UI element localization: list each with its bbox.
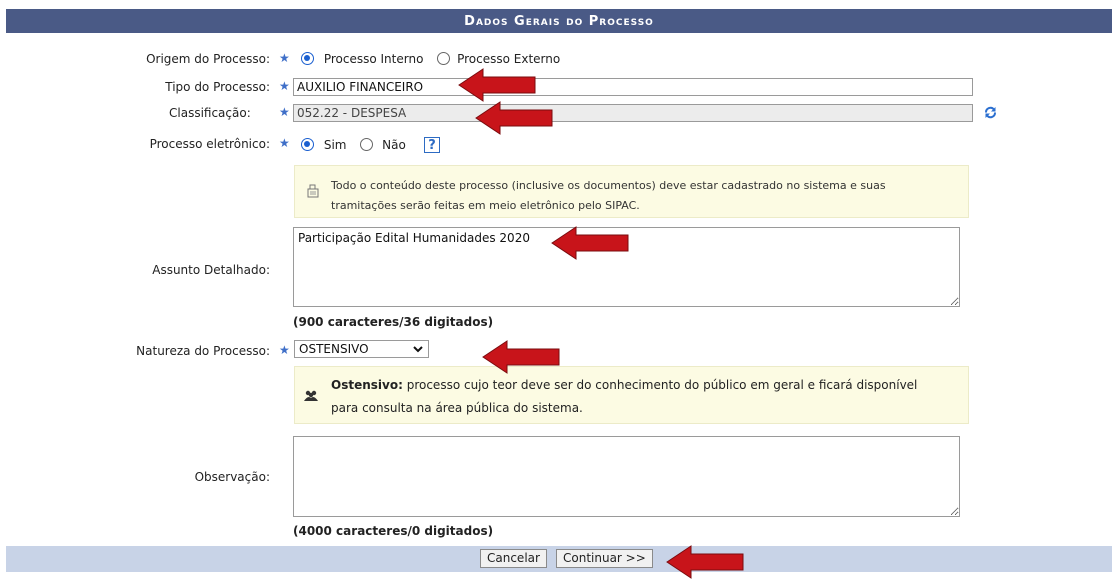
origem-label-text: Origem do Processo: — [146, 52, 270, 66]
origem-radio-interno[interactable] — [301, 52, 314, 65]
natureza-note-bold: Ostensivo: — [331, 378, 403, 392]
eletronico-note-line2: tramitações serão feitas em meio eletrôn… — [331, 199, 640, 212]
eletronico-note: Todo o conteúdo deste processo (inclusiv… — [294, 165, 969, 218]
natureza-note-text: Ostensivo: processo cujo teor deve ser d… — [331, 374, 917, 420]
required-icon: ★ — [279, 136, 290, 150]
origem-radio-group: Processo Interno Processo Externo — [301, 52, 560, 66]
help-icon[interactable]: ? — [424, 137, 440, 153]
eletronico-radio-sim[interactable] — [301, 138, 314, 151]
eletronico-radio-nao[interactable] — [360, 138, 374, 151]
natureza-label-text: Natureza do Processo: — [136, 344, 270, 358]
natureza-value: OSTENSIVO — [299, 342, 369, 356]
eletronico-label-text: Processo eletrônico: — [149, 137, 270, 151]
required-icon: ★ — [279, 51, 290, 65]
natureza-label: Natureza do Processo: — [0, 344, 270, 358]
annotation-arrow — [551, 226, 629, 260]
origem-externo-label[interactable]: Processo Externo — [457, 52, 560, 66]
tipo-label: Tipo do Processo: — [0, 80, 270, 94]
natureza-note-line1: processo cujo teor deve ser do conhecime… — [402, 378, 918, 392]
chevron-down-icon — [413, 346, 423, 353]
help-text: ? — [428, 138, 436, 153]
eletronico-nao-label[interactable]: Não — [382, 138, 406, 152]
section-title: Dados Gerais do Processo — [464, 14, 654, 29]
assunto-counter-text: (900 caracteres/36 digitados) — [293, 315, 494, 329]
annotation-arrow — [475, 101, 553, 135]
required-icon: ★ — [279, 105, 290, 119]
tipo-label-text: Tipo do Processo: — [165, 80, 270, 94]
eletronico-note-line1: Todo o conteúdo deste processo (inclusiv… — [331, 179, 886, 192]
tipo-value: AUXILIO FINANCEIRO — [297, 80, 424, 94]
annotation-arrow — [482, 340, 560, 374]
eletronico-note-text: Todo o conteúdo deste processo (inclusiv… — [331, 176, 886, 216]
classificacao-value: 052.22 - DESPESA — [297, 106, 407, 120]
assunto-label-text: Assunto Detalhado: — [152, 263, 270, 277]
cancel-button[interactable]: Cancelar — [480, 549, 547, 568]
tipo-input[interactable]: AUXILIO FINANCEIRO — [293, 78, 973, 96]
natureza-select[interactable]: OSTENSIVO — [294, 340, 429, 358]
natureza-note: Ostensivo: processo cujo teor deve ser d… — [294, 366, 969, 424]
classificacao-input: 052.22 - DESPESA — [293, 104, 973, 122]
natureza-note-line2: para consulta na área pública do sistema… — [331, 401, 583, 415]
users-icon — [304, 390, 318, 401]
refresh-icon[interactable] — [984, 106, 997, 119]
assunto-counter: (900 caracteres/36 digitados) — [293, 315, 493, 329]
annotation-arrow — [458, 68, 536, 102]
continue-button[interactable]: Continuar >> — [556, 549, 653, 568]
classificacao-label: Classificação: — [169, 106, 251, 120]
observacao-textarea[interactable] — [293, 436, 960, 517]
document-icon — [307, 184, 319, 198]
observacao-counter: (4000 caracteres/0 digitados) — [293, 524, 493, 538]
origem-label: Origem do Processo: — [0, 52, 270, 66]
observacao-label: Observação: — [0, 470, 270, 484]
required-icon: ★ — [279, 79, 290, 93]
origem-interno-label[interactable]: Processo Interno — [324, 52, 424, 66]
eletronico-label: Processo eletrônico: — [0, 137, 270, 151]
assunto-label: Assunto Detalhado: — [0, 263, 270, 277]
eletronico-radio-group: Sim Não — [301, 138, 406, 152]
eletronico-sim-label[interactable]: Sim — [324, 138, 347, 152]
section-header: Dados Gerais do Processo — [6, 9, 1112, 33]
classificacao-label-text: Classificação: — [169, 106, 251, 120]
observacao-counter-text: (4000 caracteres/0 digitados) — [293, 524, 494, 538]
required-icon: ★ — [279, 343, 290, 357]
observacao-label-text: Observação: — [194, 470, 270, 484]
origem-radio-externo[interactable] — [437, 52, 451, 65]
annotation-arrow — [666, 545, 744, 579]
